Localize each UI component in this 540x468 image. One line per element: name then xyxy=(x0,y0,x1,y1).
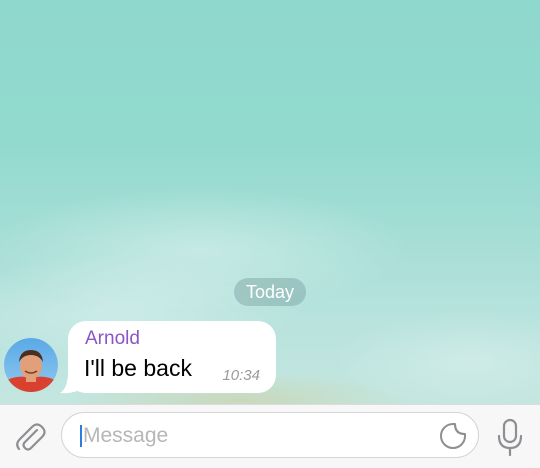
message-bubble[interactable]: Arnold I'll be back 10:34 xyxy=(68,321,276,393)
microphone-button[interactable] xyxy=(494,417,526,457)
microphone-icon xyxy=(497,418,523,457)
sticker-icon xyxy=(440,423,466,449)
paperclip-icon xyxy=(16,423,46,451)
message-placeholder: Message xyxy=(83,424,169,447)
text-caret xyxy=(80,425,82,447)
message-input[interactable]: Message xyxy=(61,412,479,458)
avatar[interactable] xyxy=(4,338,58,392)
composer-bar: Message xyxy=(0,404,540,468)
message-time: 10:34 xyxy=(222,367,260,384)
attach-button[interactable] xyxy=(12,419,48,455)
sender-name[interactable]: Arnold xyxy=(85,328,140,350)
date-separator: Today xyxy=(234,278,306,306)
chat-screen: Today Arnold I'll be back 10:34 Message xyxy=(0,0,540,468)
sticker-button[interactable] xyxy=(438,421,468,451)
avatar-image xyxy=(4,338,58,392)
message-text: I'll be back xyxy=(84,355,192,381)
